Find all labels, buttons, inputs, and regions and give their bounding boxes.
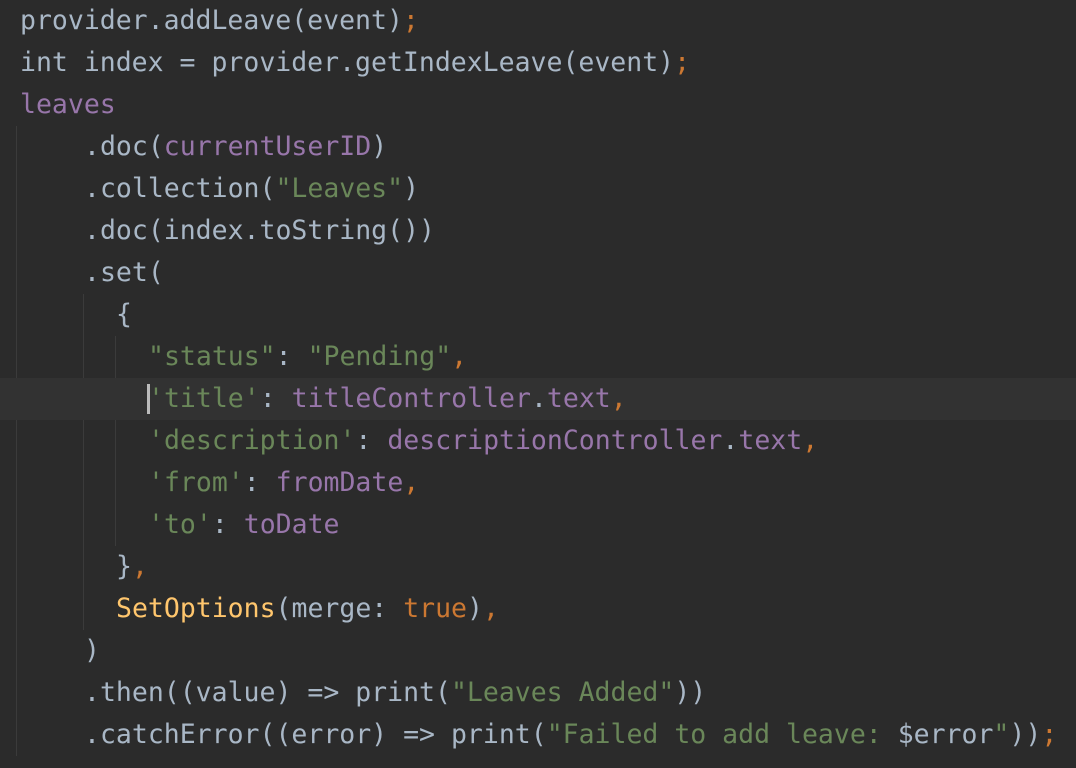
code-token: :	[355, 425, 388, 456]
code-token: ,	[610, 383, 627, 414]
code-token: )	[467, 593, 483, 624]
code-token: .	[722, 425, 739, 456]
code-token: titleController	[291, 383, 531, 414]
code-token: true	[403, 593, 468, 624]
code-token: currentUserID	[163, 131, 372, 162]
code-line[interactable]: .catchError((error) => print("Failed to …	[0, 714, 1076, 756]
code-line[interactable]: SetOptions(merge: true),	[0, 588, 1076, 630]
code-token: ,	[482, 593, 499, 624]
code-line[interactable]: 'to': toDate	[0, 504, 1076, 546]
code-token: fromDate	[275, 467, 404, 498]
code-token: }	[116, 551, 132, 582]
code-token: 'to'	[148, 509, 212, 540]
code-line[interactable]: "status": "Pending",	[0, 336, 1076, 378]
code-line[interactable]: leaves	[0, 84, 1076, 126]
code-token: ,	[451, 341, 468, 372]
code-token: text	[738, 425, 803, 456]
code-token: leaves	[20, 89, 116, 120]
code-token: .set(	[84, 257, 164, 288]
code-token: ;	[402, 5, 419, 36]
code-token: ,	[403, 467, 420, 498]
code-line[interactable]: provider.addLeave(event);	[0, 0, 1076, 42]
code-token: ;	[1041, 719, 1058, 750]
code-token: 'title'	[148, 383, 260, 414]
code-token: :	[243, 467, 276, 498]
code-token: )	[84, 635, 100, 666]
code-token: :	[275, 341, 308, 372]
code-token: "Leaves Added"	[450, 677, 675, 708]
code-token: "	[993, 719, 1010, 750]
code-token: "Leaves"	[275, 173, 404, 204]
code-token: .	[530, 383, 547, 414]
code-token: provider.addLeave(event)	[20, 5, 403, 36]
code-token: descriptionController	[387, 425, 723, 456]
code-line[interactable]: .set(	[0, 252, 1076, 294]
code-token: int index = provider.getIndexLeave(event…	[20, 47, 675, 78]
code-line[interactable]: },	[0, 546, 1076, 588]
code-line[interactable]: 'description': descriptionController.tex…	[0, 420, 1076, 462]
code-token: ,	[802, 425, 819, 456]
code-token: .catchError((error) => print(	[84, 719, 547, 750]
code-token: :	[211, 509, 244, 540]
code-line[interactable]: int index = provider.getIndexLeave(event…	[0, 42, 1076, 84]
code-token: .doc(	[84, 131, 164, 162]
code-token: )	[371, 131, 388, 162]
code-token: {	[116, 299, 132, 330]
code-line[interactable]: 'from': fromDate,	[0, 462, 1076, 504]
code-token: SetOptions	[116, 593, 276, 624]
code-token: :	[259, 383, 292, 414]
code-line[interactable]: .collection("Leaves")	[0, 168, 1076, 210]
current-code-line[interactable]: 'title': titleController.text,	[0, 378, 1076, 420]
code-line[interactable]: {	[0, 294, 1076, 336]
code-token: text	[546, 383, 611, 414]
code-token: $error	[897, 719, 994, 750]
code-line[interactable]: .doc(index.toString())	[0, 210, 1076, 252]
code-token: .doc(index.toString())	[84, 215, 435, 246]
code-line[interactable]: .doc(currentUserID)	[0, 126, 1076, 168]
code-token: )	[403, 173, 420, 204]
code-token: "status"	[148, 341, 276, 372]
code-token: ))	[1009, 719, 1042, 750]
code-token: 'from'	[148, 467, 244, 498]
code-token: "Failed to add leave:	[546, 719, 898, 750]
code-token: .collection(	[84, 173, 276, 204]
text-cursor	[147, 384, 150, 414]
code-token: ,	[131, 551, 148, 582]
code-token: ))	[674, 677, 707, 708]
code-token: .then((value) => print(	[84, 677, 451, 708]
code-token: toDate	[243, 509, 340, 540]
code-line[interactable]: .then((value) => print("Leaves Added"))	[0, 672, 1076, 714]
code-token: (merge:	[275, 593, 404, 624]
code-token: 'description'	[148, 425, 356, 456]
code-editor[interactable]: provider.addLeave(event); int index = pro…	[0, 0, 1076, 768]
code-token: ;	[674, 47, 691, 78]
code-line[interactable]: )	[0, 630, 1076, 672]
code-token: "Pending"	[307, 341, 452, 372]
